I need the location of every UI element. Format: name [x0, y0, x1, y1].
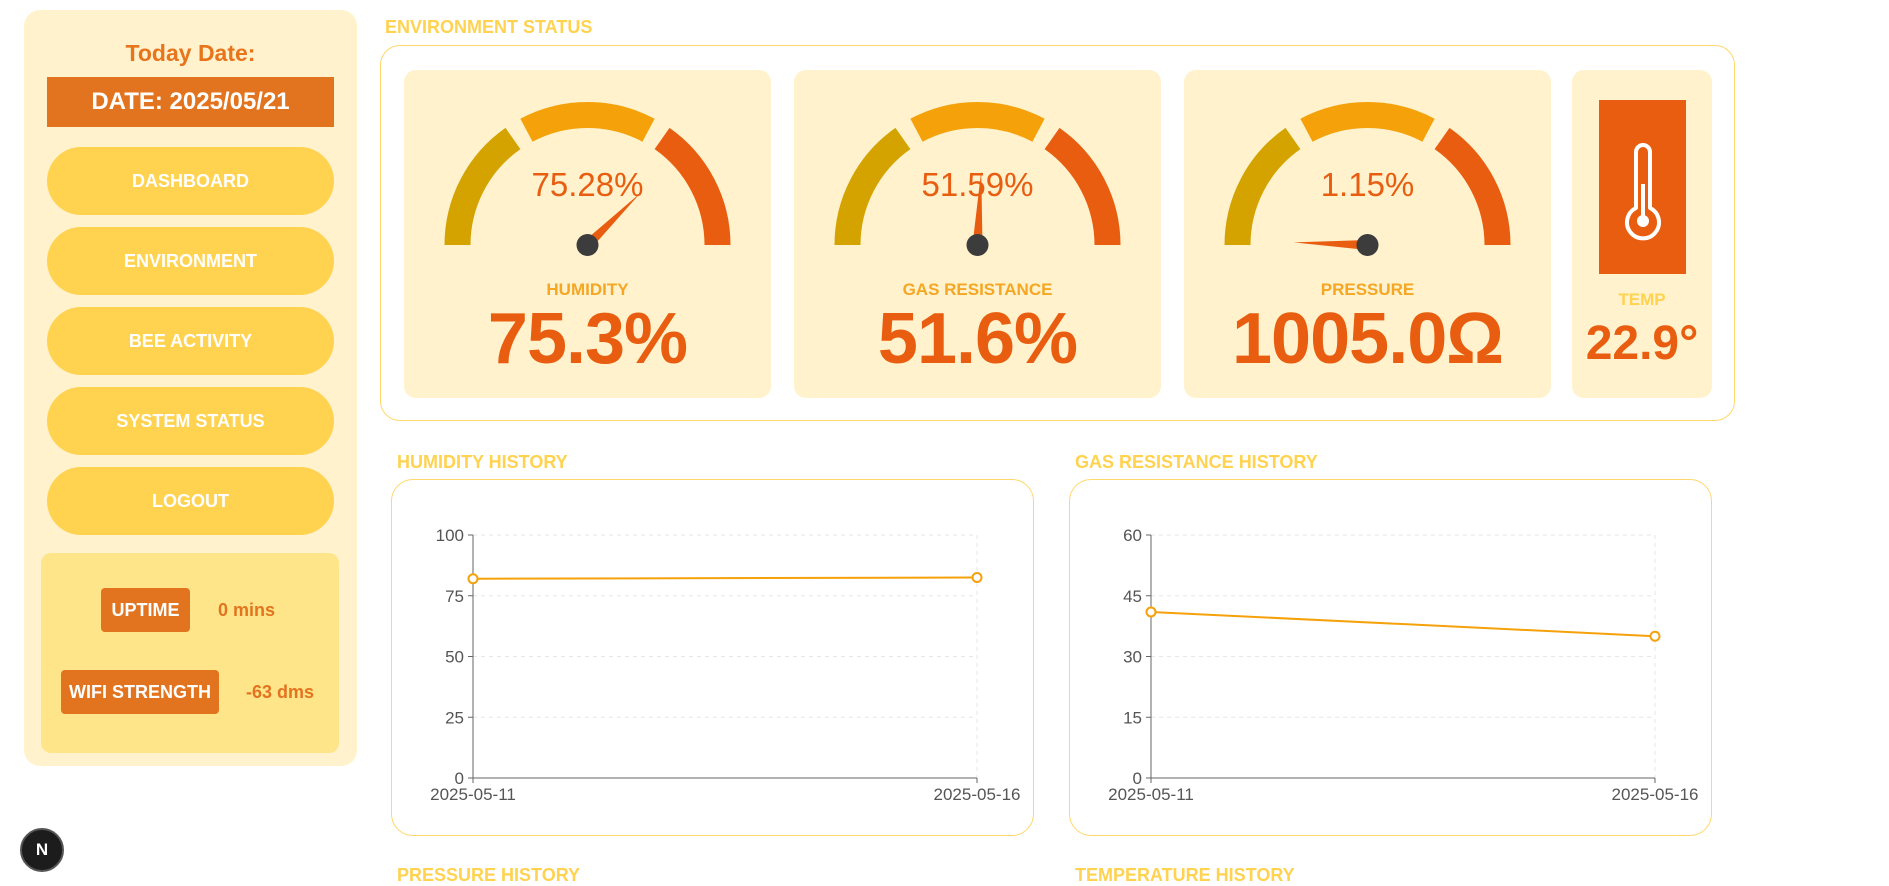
humidity-label: HUMIDITY [546, 280, 629, 299]
y-tick-label: 15 [1123, 708, 1142, 727]
thermometer-icon-box [1599, 100, 1686, 274]
x-tick-label: 2025-05-11 [430, 785, 516, 804]
today-date-label: Today Date: [125, 40, 256, 66]
gauge-pivot [966, 234, 989, 256]
x-tick-label: 2025-05-16 [934, 785, 1021, 804]
gauge-mid-segment [1300, 102, 1435, 142]
y-tick-label: 100 [436, 526, 464, 545]
data-point [971, 572, 983, 584]
series-line [1150, 610, 1656, 638]
nav-logout-button[interactable]: LOGOUT [47, 467, 334, 535]
humidity-history-title: HUMIDITY HISTORY [397, 452, 568, 472]
floating-n-button[interactable]: N [20, 828, 64, 872]
uptime-label: UPTIME [101, 588, 190, 632]
thermometer-icon [1625, 143, 1661, 241]
uptime-value: 0 mins [218, 600, 276, 620]
pressure-gauge-percent: 1.15% [1320, 166, 1415, 203]
y-tick-label: 75 [445, 587, 464, 606]
gas-resistance-history-chart: 0153045602025-05-11 2025-05-16 [1108, 526, 1699, 804]
nav-system-status-button[interactable]: SYSTEM STATUS [47, 387, 334, 455]
humidity-gauge-percent: 75.28% [531, 166, 644, 203]
y-tick-label: 50 [445, 648, 464, 667]
temperature-card: TEMP 22.9° [1572, 70, 1712, 398]
pressure-gauge-card: 1.15% PRESSURE 1005.0Ω [1184, 70, 1551, 398]
nav-bee-activity-button[interactable]: BEE ACTIVITY [47, 307, 334, 375]
humidity-history-chart-card: 0 25 50 75 100 2025-05-11 2025-05-16 [391, 479, 1034, 836]
gauge-mid-segment [910, 102, 1045, 142]
gas-resistance-label: GAS RESISTANCE [902, 280, 1053, 299]
x-tick-label: 2025-05-16 [1612, 785, 1699, 804]
gas-resistance-history-title: GAS RESISTANCE HISTORY [1075, 452, 1318, 472]
nav-dashboard-button[interactable]: DASHBOARD [47, 147, 334, 215]
data-point [1145, 606, 1157, 618]
pressure-history-title: PRESSURE HISTORY [397, 865, 581, 885]
nav-environment-button[interactable]: ENVIRONMENT [47, 227, 334, 295]
system-stats-box: UPTIME 0 mins WIFI STRENGTH -63 dms [41, 553, 339, 753]
data-point [467, 573, 479, 585]
gauge-pivot [1356, 234, 1379, 256]
temp-value: 22.9° [1585, 317, 1699, 370]
y-tick-label: 60 [1123, 526, 1142, 545]
pressure-value: 1005.0Ω [1232, 299, 1504, 379]
humidity-gauge-card: 75.28% HUMIDITY 75.3% [404, 70, 771, 398]
gas-resistance-gauge-card: 51.59% GAS RESISTANCE 51.6% [794, 70, 1161, 398]
x-tick-label: 2025-05-11 [1108, 785, 1194, 804]
temperature-history-title: TEMPERATURE HISTORY [1075, 865, 1295, 885]
environment-status-title: ENVIRONMENT STATUS [385, 17, 593, 37]
gauge-pivot [576, 234, 599, 256]
pressure-label: PRESSURE [1320, 280, 1415, 299]
series-line [472, 576, 978, 580]
data-point [1649, 630, 1661, 642]
humidity-history-chart: 02550751002025-05-11 2025-05-16 [430, 526, 1021, 804]
wifi-strength-value: -63 dms [246, 682, 315, 702]
wifi-strength-label: WIFI STRENGTH [61, 670, 219, 714]
environment-panel: 75.28% HUMIDITY 75.3% 51.59% GAS RESISTA… [380, 45, 1735, 421]
gas-resistance-value: 51.6% [877, 299, 1078, 379]
y-tick-label: 25 [445, 708, 464, 727]
gas-resistance-gauge-percent: 51.59% [921, 166, 1034, 203]
temp-label: TEMP [1618, 290, 1666, 309]
y-tick-label: 45 [1123, 587, 1142, 606]
y-tick-label: 30 [1123, 648, 1142, 667]
sidebar: Today Date: DATE: 2025/05/21 DASHBOARD E… [24, 10, 357, 766]
date-display: DATE: 2025/05/21 [47, 77, 334, 127]
gauge-mid-segment [520, 102, 655, 142]
humidity-value: 75.3% [487, 299, 688, 379]
gas-resistance-history-chart-card: 0 15 30 45 60 2025-05-11 2025-05-16 [1069, 479, 1712, 836]
